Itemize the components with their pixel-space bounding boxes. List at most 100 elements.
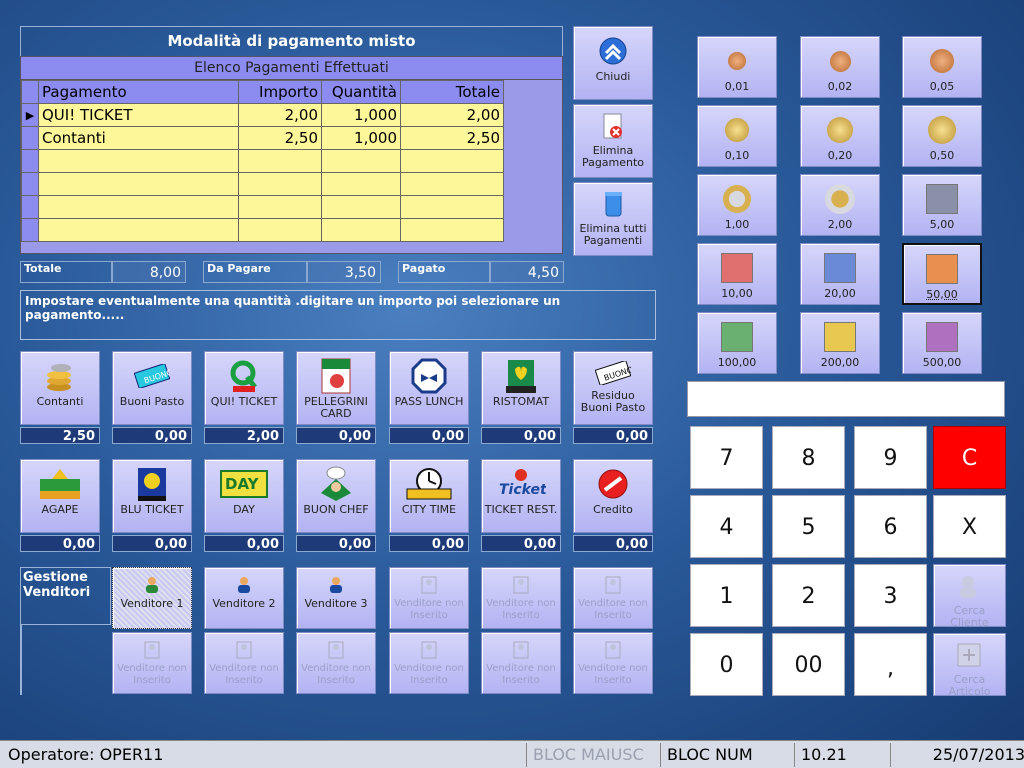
pay-credito-button[interactable]: Credito (573, 459, 653, 533)
key-comma[interactable]: , (854, 633, 927, 696)
euro-10-button[interactable]: 10,00 (697, 243, 777, 305)
buon-chef-amount: 0,00 (296, 535, 376, 552)
pay-ticket-rest-button[interactable]: Ticket TICKET REST. (481, 459, 561, 533)
key-4[interactable]: 4 (690, 495, 763, 558)
user-disabled-icon (574, 637, 652, 663)
col-quantita[interactable]: Quantità (321, 80, 401, 104)
trash-icon (574, 187, 652, 223)
ticketrest-icon: Ticket (482, 464, 560, 504)
svg-text:DAY: DAY (225, 475, 260, 493)
citytime-icon (390, 464, 468, 504)
col-importo[interactable]: Importo (238, 80, 322, 104)
key-00[interactable]: 00 (772, 633, 845, 696)
cent-10-button[interactable]: 0,10 (697, 105, 777, 167)
coin-bimetal-icon (801, 179, 879, 219)
venditore-empty-button[interactable]: Venditore non Inserito (481, 632, 561, 694)
cent-20-button[interactable]: 0,20 (800, 105, 880, 167)
da-pagare-label: Da Pagare (203, 261, 307, 283)
coin-gold-icon (698, 110, 776, 150)
venditore-empty-button[interactable]: Venditore non Inserito (296, 632, 376, 694)
svg-text:Ticket: Ticket (499, 482, 546, 498)
venditore-empty-button[interactable]: Venditore non Inserito (389, 567, 469, 629)
key-9[interactable]: 9 (854, 426, 927, 489)
col-totale[interactable]: Totale (400, 80, 504, 104)
euro-100-button[interactable]: 100,00 (697, 312, 777, 374)
cerca-articolo-button[interactable]: Cerca Articolo (933, 633, 1006, 698)
user-icon (113, 572, 191, 598)
agape-icon (21, 464, 99, 504)
cent-50-button[interactable]: 0,50 (902, 105, 982, 167)
pay-qui-ticket-button[interactable]: QUI! TICKET (204, 351, 284, 425)
euro-50-button[interactable]: 50,00 (902, 243, 982, 305)
current-row-icon: ▶ (21, 103, 39, 127)
elimina-tutti-button[interactable]: Elimina tutti Pagamenti (573, 182, 653, 256)
chiudi-button[interactable]: Chiudi (573, 26, 653, 100)
user-disabled-icon (113, 637, 191, 663)
venditore-empty-button[interactable]: Venditore non Inserito (573, 567, 653, 629)
key-0[interactable]: 0 (690, 633, 763, 696)
venditore-3-button[interactable]: Venditore 3 (296, 567, 376, 629)
ristomat-icon (482, 356, 560, 396)
table-row[interactable]: Contanti 2,50 1,000 2,50 (21, 126, 561, 150)
table-row[interactable]: ▶ QUI! TICKET 2,00 1,000 2,00 (21, 103, 561, 127)
amount-display[interactable] (687, 381, 1005, 417)
key-multiply[interactable]: X (933, 495, 1006, 558)
venditore-empty-button[interactable]: Venditore non Inserito (573, 632, 653, 694)
key-6[interactable]: 6 (854, 495, 927, 558)
key-7[interactable]: 7 (690, 426, 763, 489)
pay-agape-button[interactable]: AGAPE (20, 459, 100, 533)
pay-day-button[interactable]: DAY DAY (204, 459, 284, 533)
pagato-label: Pagato (398, 261, 490, 283)
euro-20-button[interactable]: 20,00 (800, 243, 880, 305)
caps-lock-indicator: BLOC MAIUSC (526, 743, 661, 767)
blu-ticket-amount: 0,00 (112, 535, 192, 552)
city-time-amount: 0,00 (389, 535, 469, 552)
totale-label: Totale (20, 261, 112, 283)
customer-search-icon (934, 569, 1005, 605)
key-8[interactable]: 8 (772, 426, 845, 489)
key-2[interactable]: 2 (772, 564, 845, 627)
user-icon (205, 572, 283, 598)
cent-2-button[interactable]: 0,02 (800, 36, 880, 98)
venditore-empty-button[interactable]: Venditore non Inserito (112, 632, 192, 694)
key-1[interactable]: 1 (690, 564, 763, 627)
euro-200-button[interactable]: 200,00 (800, 312, 880, 374)
key-5[interactable]: 5 (772, 495, 845, 558)
euro-2-button[interactable]: 2,00 (800, 174, 880, 236)
pay-city-time-button[interactable]: CITY TIME (389, 459, 469, 533)
voucher-icon: BUONO (574, 356, 652, 390)
col-pagamento[interactable]: Pagamento (38, 80, 239, 104)
euro-500-button[interactable]: 500,00 (902, 312, 982, 374)
table-row-empty[interactable] (21, 172, 561, 196)
cent-5-button[interactable]: 0,05 (902, 36, 982, 98)
pay-residuo-buoni-button[interactable]: BUONO Residuo Buoni Pasto (573, 351, 653, 425)
table-row-empty[interactable] (21, 149, 561, 173)
venditore-1-button[interactable]: Venditore 1 (112, 567, 192, 629)
table-row-empty[interactable] (21, 218, 561, 242)
pay-blu-ticket-button[interactable]: BLU TICKET (112, 459, 192, 533)
voucher-icon: BUONO (113, 356, 191, 396)
dialog-title: Modalità di pagamento misto (20, 26, 563, 56)
venditore-empty-button[interactable]: Venditore non Inserito (204, 632, 284, 694)
venditore-empty-button[interactable]: Venditore non Inserito (389, 632, 469, 694)
venditore-empty-button[interactable]: Venditore non Inserito (481, 567, 561, 629)
table-row-empty[interactable] (21, 195, 561, 219)
cerca-cliente-button[interactable]: Cerca Cliente (933, 564, 1006, 629)
venditore-2-button[interactable]: Venditore 2 (204, 567, 284, 629)
banknote-icon (801, 248, 879, 288)
cent-1-button[interactable]: 0,01 (697, 36, 777, 98)
user-icon (297, 572, 375, 598)
pay-buoni-pasto-button[interactable]: BUONO Buoni Pasto (112, 351, 192, 425)
elimina-pagamento-button[interactable]: Elimina Pagamento (573, 104, 653, 178)
euro-1-button[interactable]: 1,00 (697, 174, 777, 236)
pay-ristomat-button[interactable]: RISTOMAT (481, 351, 561, 425)
pay-pellegrini-button[interactable]: PELLEGRINI CARD (296, 351, 376, 425)
key-clear[interactable]: C (933, 426, 1006, 489)
da-pagare-value: 3,50 (307, 261, 381, 283)
pay-buon-chef-button[interactable]: BUON CHEF (296, 459, 376, 533)
user-disabled-icon (390, 637, 468, 663)
key-3[interactable]: 3 (854, 564, 927, 627)
pay-pass-lunch-button[interactable]: PASS LUNCH (389, 351, 469, 425)
pay-contanti-button[interactable]: Contanti (20, 351, 100, 425)
euro-5-button[interactable]: 5,00 (902, 174, 982, 236)
